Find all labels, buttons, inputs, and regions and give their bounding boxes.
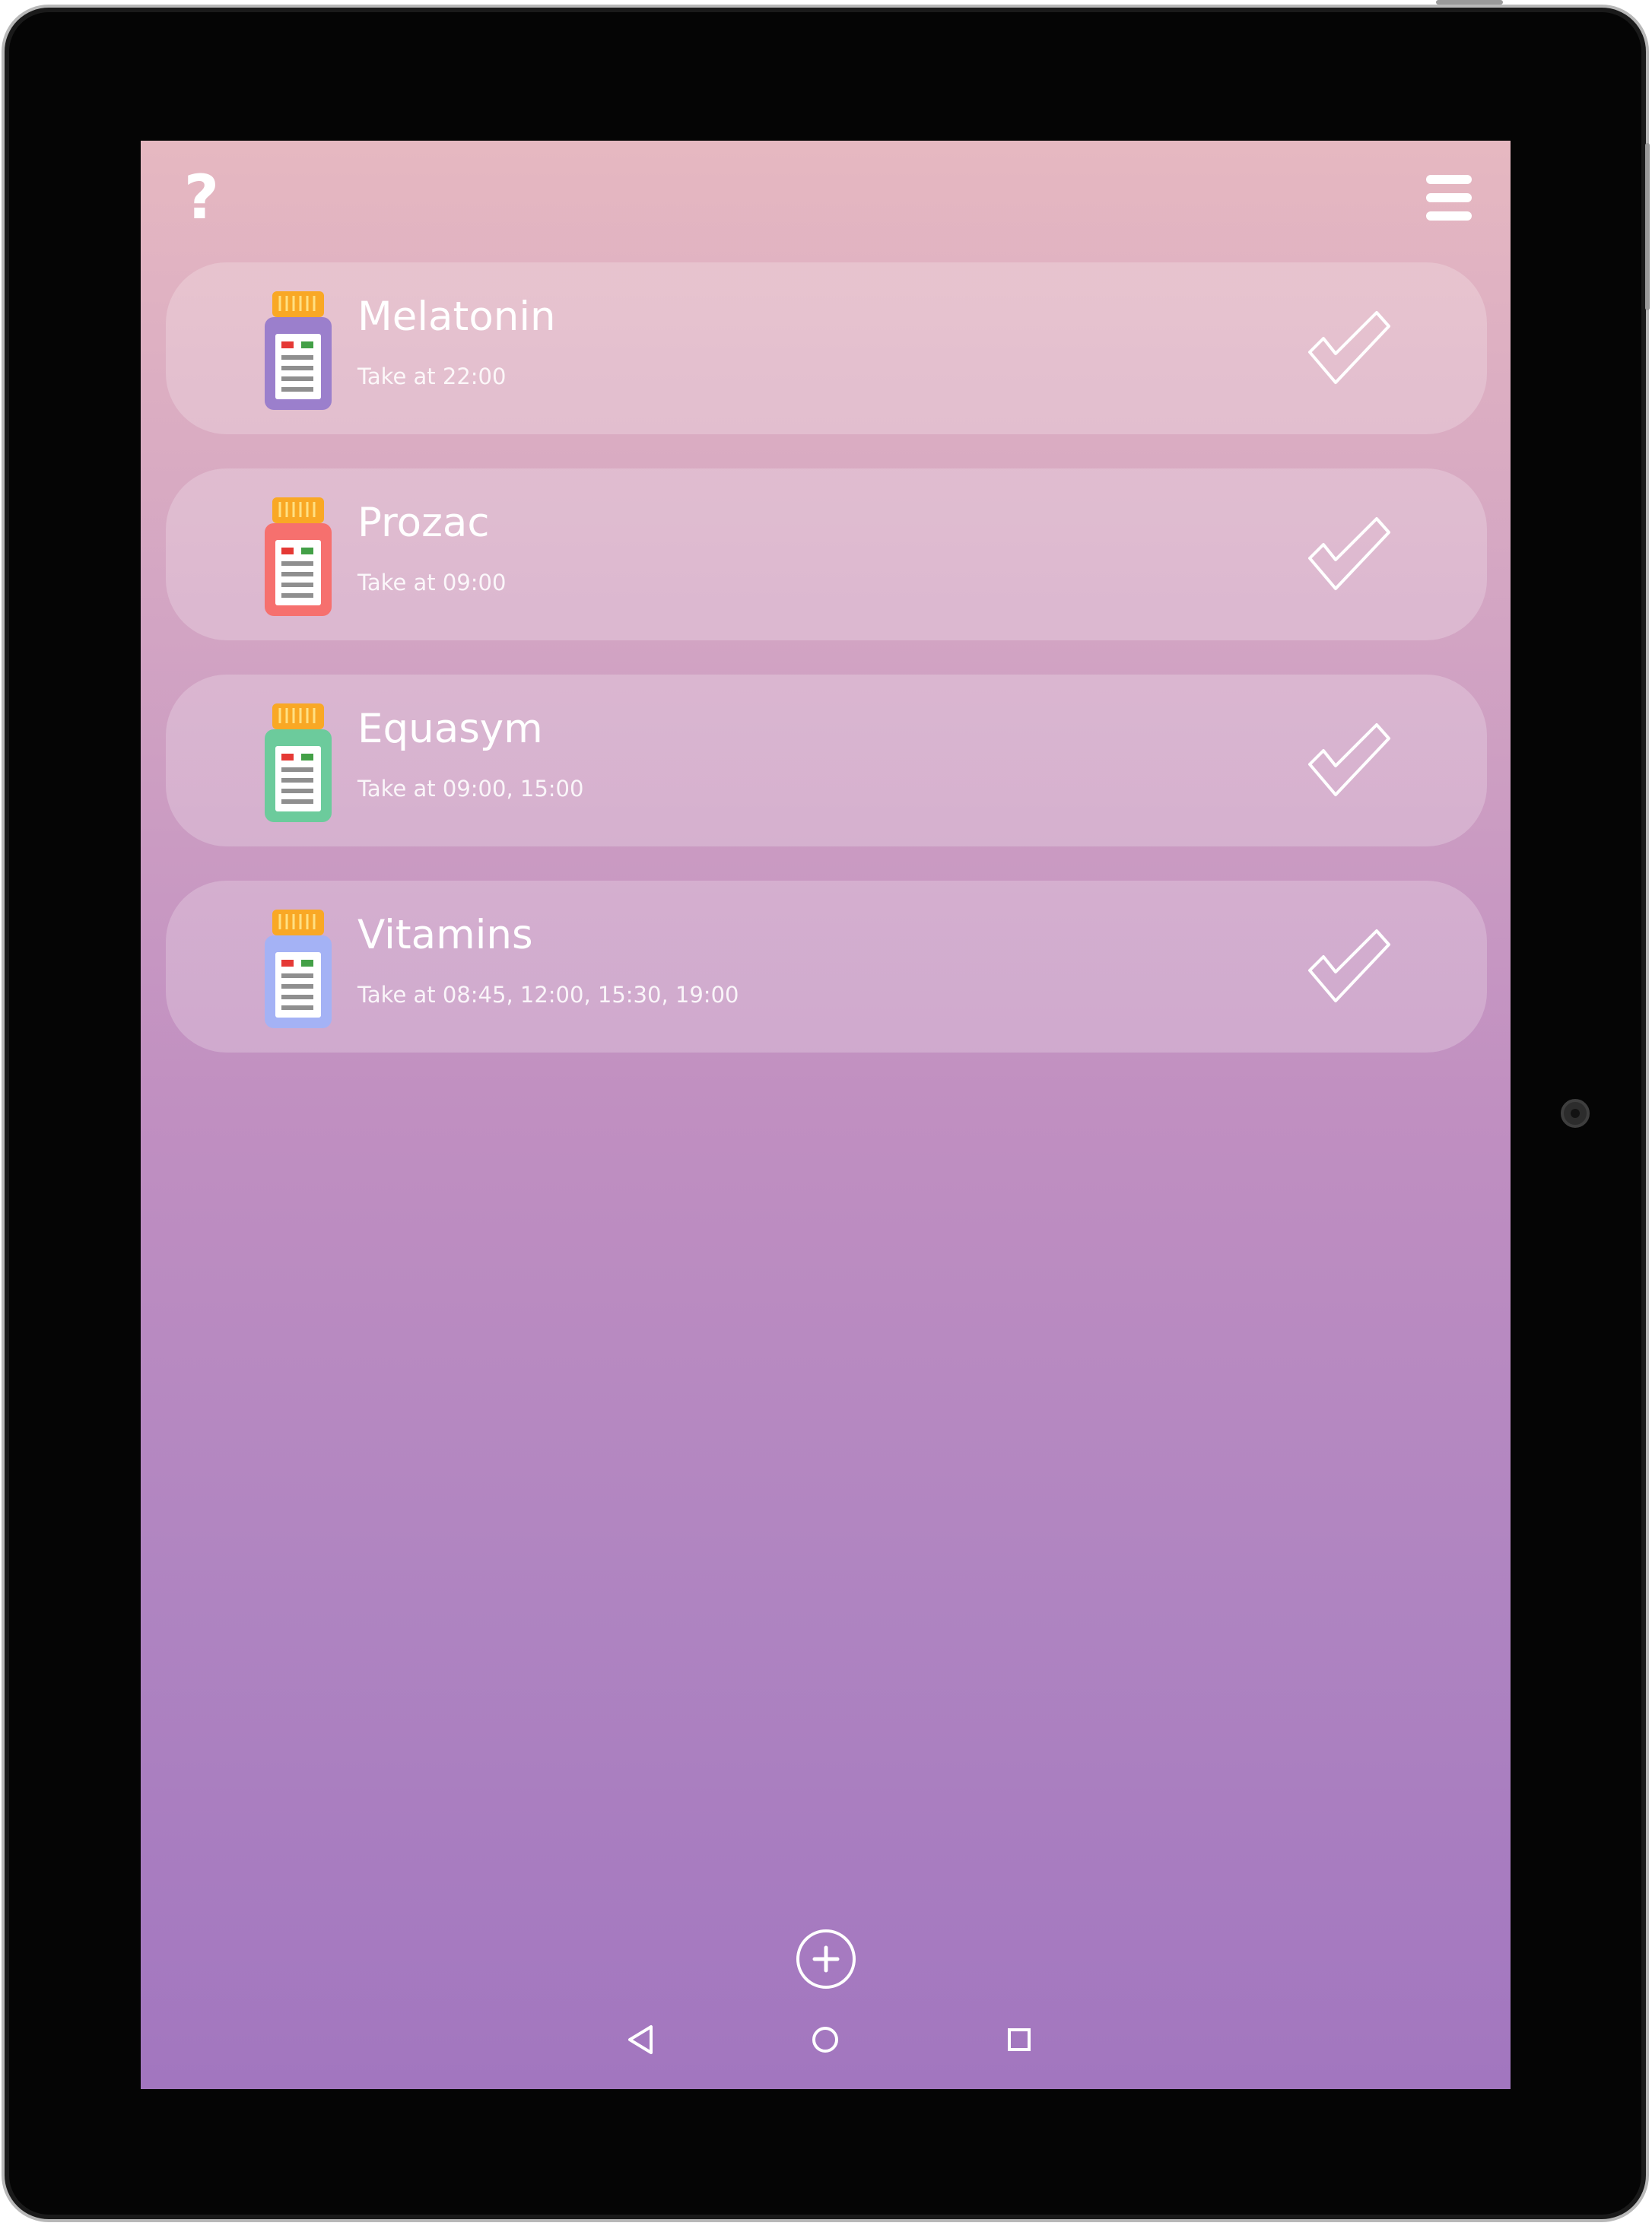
checkmark-icon[interactable] bbox=[1307, 310, 1392, 386]
power-button bbox=[1436, 0, 1503, 5]
help-icon[interactable]: ? bbox=[171, 164, 232, 232]
medication-schedule: Take at 09:00 bbox=[357, 570, 507, 595]
medication-name: Prozac bbox=[357, 500, 490, 546]
medication-card[interactable]: Equasym Take at 09:00, 15:00 bbox=[166, 675, 1487, 846]
medication-schedule: Take at 08:45, 12:00, 15:30, 19:00 bbox=[357, 982, 739, 1008]
checkmark-icon[interactable] bbox=[1307, 722, 1392, 798]
volume-button bbox=[1645, 143, 1650, 310]
medication-list: Melatonin Take at 22:00 Prozac Take at 0… bbox=[166, 262, 1487, 1087]
plus-circle-icon[interactable] bbox=[795, 1928, 857, 1990]
menu-bar bbox=[1426, 211, 1472, 221]
pill-bottle-icon bbox=[265, 291, 332, 410]
pill-bottle-icon bbox=[265, 703, 332, 822]
medication-schedule: Take at 22:00 bbox=[357, 364, 507, 389]
menu-bar bbox=[1426, 175, 1472, 184]
system-navigation-bar bbox=[141, 2013, 1511, 2066]
medication-name: Vitamins bbox=[357, 912, 533, 958]
checkmark-icon[interactable] bbox=[1307, 516, 1392, 592]
app-screen: ? Melatonin Take at 22:00 Prozac Take at… bbox=[141, 141, 1511, 2089]
recents-square-icon[interactable] bbox=[993, 2013, 1046, 2066]
medication-card[interactable]: Prozac Take at 09:00 bbox=[166, 468, 1487, 640]
menu-bar bbox=[1426, 193, 1472, 202]
pill-bottle-icon bbox=[265, 910, 332, 1028]
medication-card[interactable]: Vitamins Take at 08:45, 12:00, 15:30, 19… bbox=[166, 881, 1487, 1053]
back-triangle-icon[interactable] bbox=[615, 2013, 668, 2066]
medication-name: Equasym bbox=[357, 706, 543, 752]
checkmark-icon[interactable] bbox=[1307, 928, 1392, 1004]
medication-card[interactable]: Melatonin Take at 22:00 bbox=[166, 262, 1487, 434]
front-camera bbox=[1561, 1099, 1590, 1128]
pill-bottle-icon bbox=[265, 497, 332, 616]
medication-name: Melatonin bbox=[357, 294, 556, 340]
hamburger-menu-icon[interactable] bbox=[1426, 175, 1476, 225]
medication-schedule: Take at 09:00, 15:00 bbox=[357, 776, 584, 802]
home-circle-icon[interactable] bbox=[799, 2013, 852, 2066]
